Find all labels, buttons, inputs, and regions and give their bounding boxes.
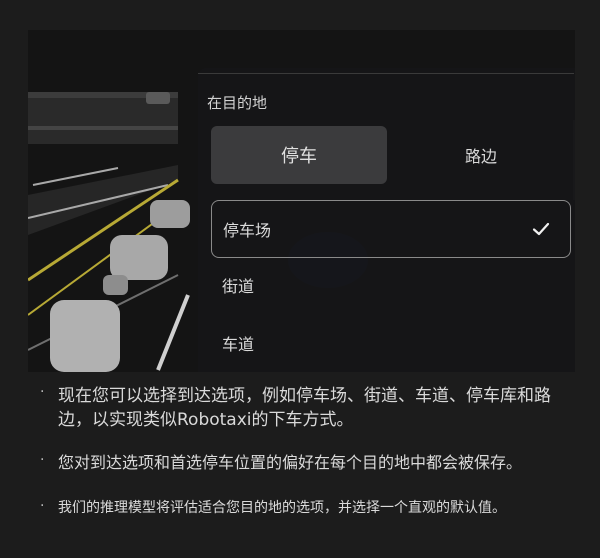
destination-label: 在目的地 (207, 94, 268, 112)
note-text: 您对到达选项和首选停车位置的偏好在每个目的地中都会被保存。 (58, 453, 523, 472)
car-display-screen: 在目的地 停车 路边 停车场 街道 车道 (28, 30, 575, 372)
segment-park[interactable]: 停车 (211, 126, 387, 184)
note-item: · 我们的推理模型将评估适合您目的地的选项，并选择一个直观的默认值。 (40, 498, 560, 518)
bullet-dot-icon: · (40, 384, 45, 400)
note-item: · 您对到达选项和首选停车位置的偏好在每个目的地中都会被保存。 (40, 452, 560, 474)
car (150, 200, 190, 228)
option-driveway[interactable]: 车道 (211, 314, 571, 372)
car (50, 300, 120, 372)
bullet-dot-icon: · (40, 452, 45, 468)
bullet-dot-icon: · (40, 498, 45, 514)
arrival-options-panel: 在目的地 停车 路边 停车场 街道 车道 (198, 68, 575, 372)
option-label: 停车场 (223, 221, 272, 240)
checkmark-icon (532, 222, 550, 236)
segmented-control: 停车 路边 (211, 126, 571, 184)
note-item: · 现在您可以选择到达选项，例如停车场、街道、车道、停车库和路边，以实现类似Ro… (40, 384, 560, 432)
option-label: 车道 (222, 335, 255, 354)
option-parking-lot[interactable]: 停车场 (211, 200, 571, 258)
note-text: 我们的推理模型将评估适合您目的地的选项，并选择一个直观的默认值。 (58, 500, 506, 516)
car (110, 235, 168, 280)
overpass-car (146, 92, 170, 104)
segment-curbside[interactable]: 路边 (393, 126, 569, 184)
option-label: 街道 (222, 277, 255, 296)
note-text: 现在您可以选择到达选项，例如停车场、街道、车道、停车库和路边，以实现类似Robo… (58, 386, 551, 430)
divider (198, 73, 574, 74)
option-street[interactable]: 街道 (211, 256, 571, 314)
